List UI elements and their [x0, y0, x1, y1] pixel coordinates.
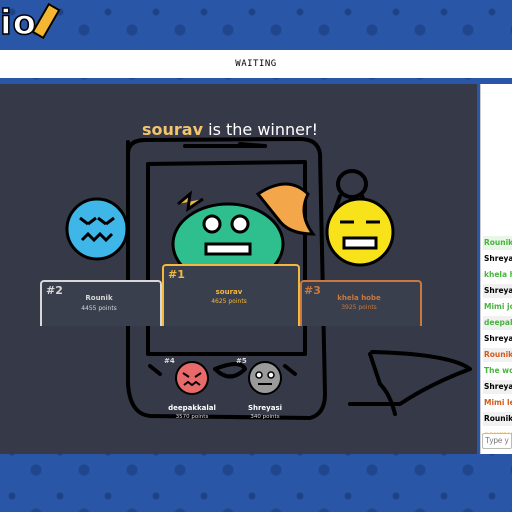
chat-message: The wo	[483, 364, 512, 378]
player-rank-5-points: 340 points	[250, 414, 280, 420]
chat-message: khela h	[483, 268, 512, 282]
status-bar: WAITING	[0, 50, 512, 78]
drawing-canvas[interactable]: sourav is the winner! #2 Rounik 4455 poi…	[0, 84, 477, 454]
chat-message: Mimi jo	[483, 300, 512, 314]
chat-message: Shreyas	[483, 380, 512, 394]
podium-rank-1-points: 4625 points	[211, 298, 247, 305]
chat-message: deepak	[483, 316, 512, 330]
chat-message: Mimi le	[483, 396, 512, 410]
status-text: WAITING	[235, 59, 277, 69]
podium-rank-1-name: sourav	[215, 288, 243, 296]
avatar-rank-4	[175, 361, 209, 395]
logo: io	[0, 2, 61, 44]
podium-rank-3-points: 3925 points	[341, 304, 377, 311]
winner-suffix: is the winner!	[203, 120, 318, 139]
chat-message: Rounik	[483, 236, 512, 250]
chat-input[interactable]	[482, 433, 512, 449]
chat-message: Rounik	[483, 348, 512, 362]
podium-rank-2-points: 4455 points	[81, 305, 117, 312]
podium-rank-1-number: #1	[168, 268, 185, 281]
winner-announcement: sourav is the winner!	[0, 120, 460, 139]
avatar-rank-1	[171, 182, 316, 274]
player-rank-4-name: deepakkalal	[168, 404, 216, 412]
chat-message: Rounik:	[483, 412, 512, 426]
avatar-rank-5	[248, 361, 282, 395]
podium-rank-3-name: khela hobe	[337, 294, 381, 302]
chat-message: Shreyas	[483, 284, 512, 298]
avatar-rank-3	[325, 197, 395, 267]
chat-message: Shreyas	[483, 252, 512, 266]
chat-panel[interactable]: Rounik Shreyas khela h Shreyas Mimi jo deepak…	[480, 84, 512, 454]
chat-message: Shreyas	[483, 332, 512, 346]
player-rank-5-name: Shreyasi	[247, 404, 283, 412]
winner-name: sourav	[142, 120, 204, 139]
avatar-rank-2	[65, 197, 129, 261]
player-rank-4-points: 3570 points	[175, 414, 209, 420]
podium-rank-2-name: Rounik	[85, 294, 113, 302]
logo-text: io	[0, 2, 38, 44]
